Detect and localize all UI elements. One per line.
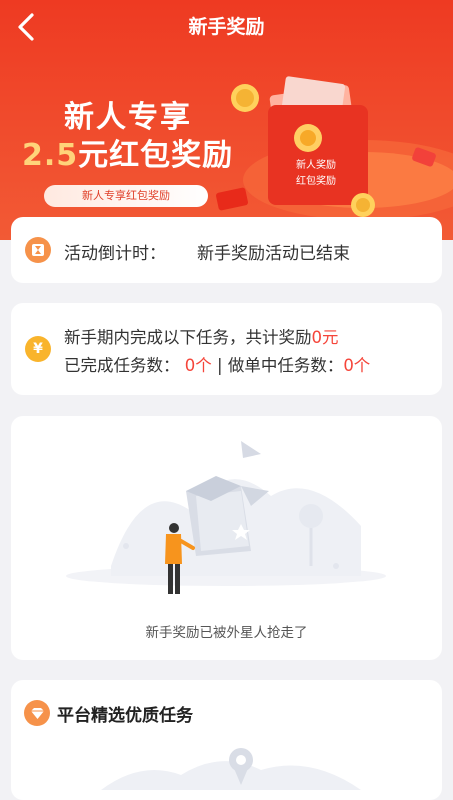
- completed-count: 0个: [184, 356, 212, 375]
- task-count-line: 已完成任务数： 0个 | 做单中任务数：0个: [64, 356, 371, 375]
- banner-pill: 新人专享红包奖励: [44, 185, 208, 207]
- featured-tasks-card: 平台精选优质任务: [11, 680, 442, 800]
- envelope-line2: 红包奖励: [296, 174, 336, 187]
- countdown-card: 活动倒计时： 新手奖励活动已结束: [11, 217, 442, 283]
- banner-subheadline: 2.5元红包奖励: [22, 130, 233, 174]
- empty-state-card: 新手奖励已被外星人抢走了: [11, 416, 442, 660]
- envelope-line1: 新人奖励: [296, 158, 336, 171]
- header-banner: 新手奖励 新人专享 2.5元红包奖励 新人专享红包奖励 新人奖励 红包奖励: [0, 0, 453, 240]
- red-envelope-illustration: 新人奖励 红包奖励: [216, 76, 453, 220]
- empty-state-caption: 新手奖励已被外星人抢走了: [145, 625, 308, 641]
- page-title: 新手奖励: [188, 16, 265, 38]
- empty-box-illustration: [66, 441, 386, 594]
- diamond-icon: [24, 700, 50, 726]
- task-reward-value: 0元: [311, 328, 339, 347]
- banner-amount-suffix: 元红包奖励: [78, 138, 234, 173]
- yen-coin-icon: ¥: [25, 336, 51, 362]
- banner-amount: 2.5: [22, 138, 79, 173]
- hourglass-icon: [25, 237, 51, 263]
- task-reward-line: 新手期内完成以下任务，共计奖励0元: [64, 328, 339, 347]
- featured-placeholder-illustration: [101, 748, 361, 790]
- featured-title: 平台精选优质任务: [57, 706, 193, 726]
- task-summary-card: ¥ 新手期内完成以下任务，共计奖励0元 已完成任务数： 0个 | 做单中任务数：…: [11, 303, 442, 395]
- doing-count: 0个: [343, 356, 371, 375]
- countdown-label: 活动倒计时：: [64, 244, 166, 264]
- countdown-status: 新手奖励活动已结束: [197, 244, 350, 264]
